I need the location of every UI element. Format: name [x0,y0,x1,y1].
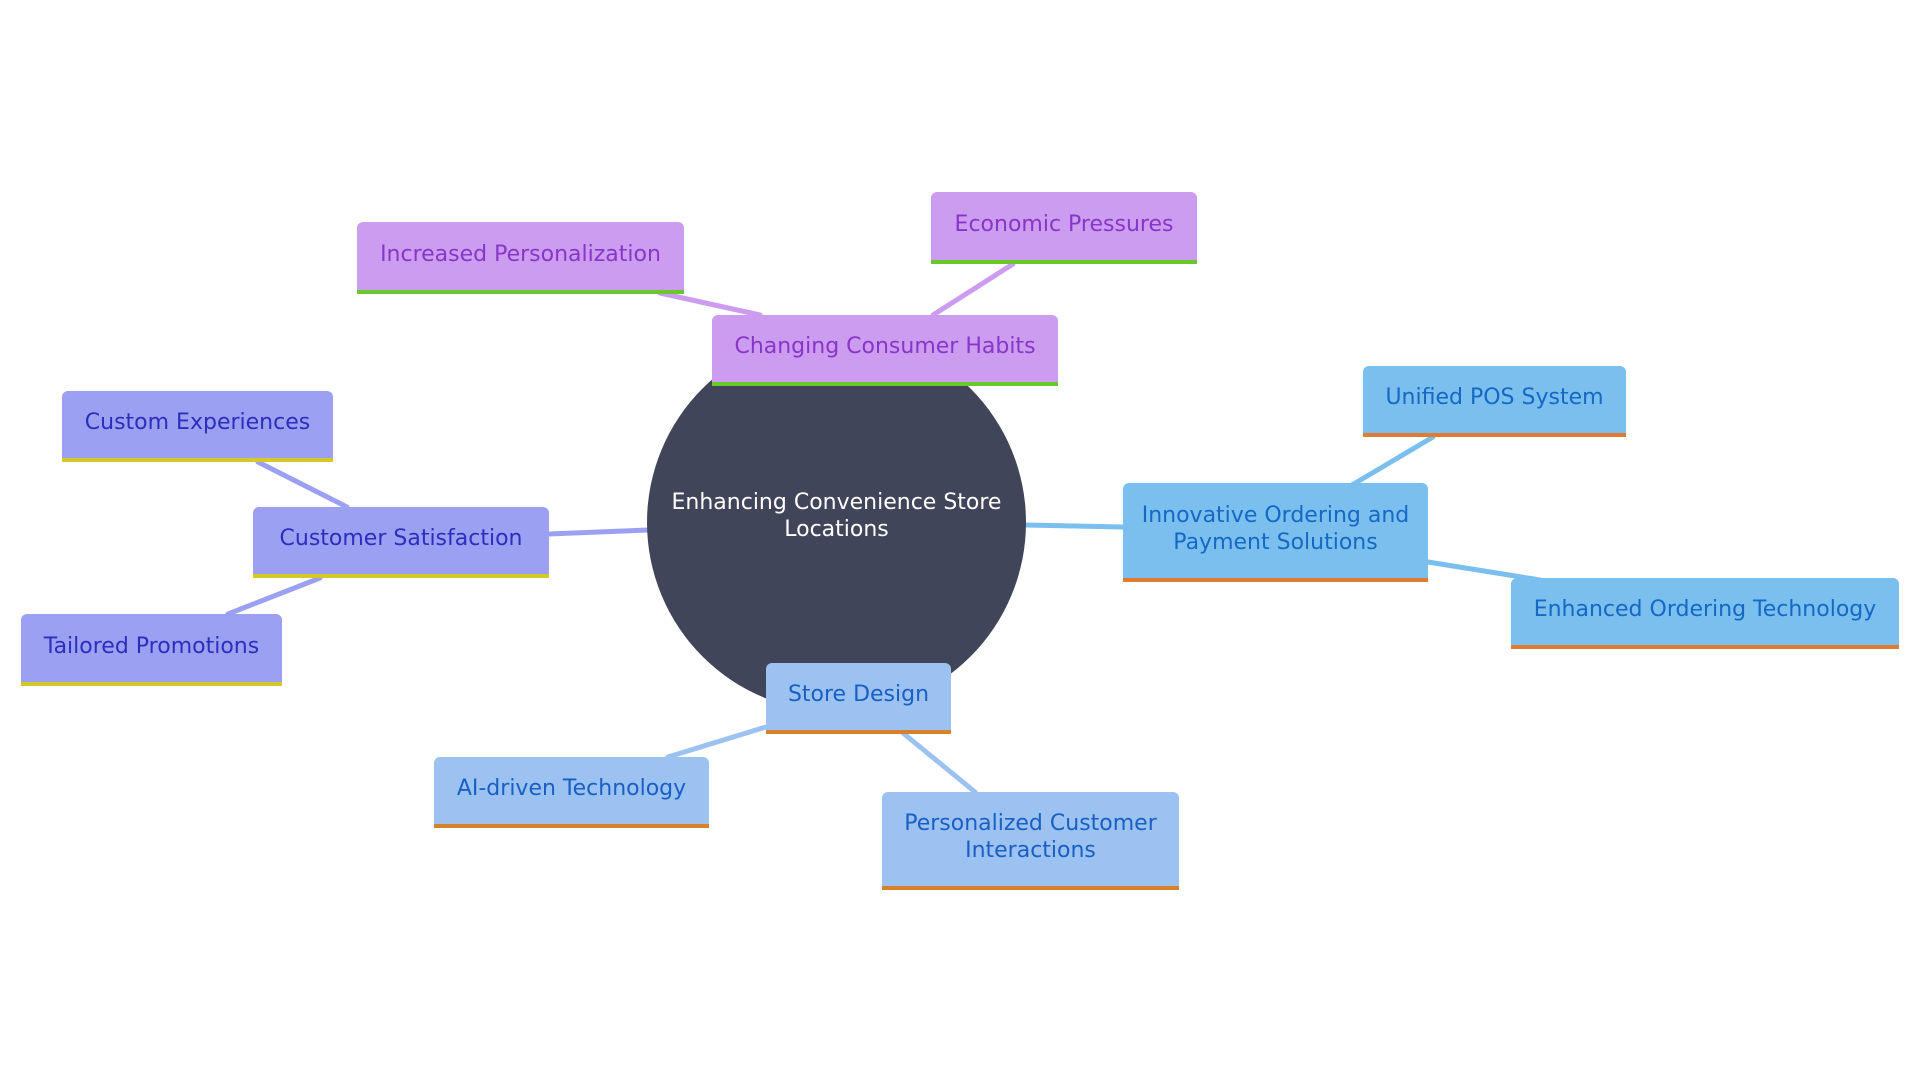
node-changing-consumer-habits[interactable]: Changing Consumer Habits [712,315,1058,386]
node-label: Customer Satisfaction [279,526,523,551]
node-label: Changing Consumer Habits [734,334,1036,359]
node-increased-personalization[interactable]: Increased Personalization [357,222,684,294]
edge-store-ai [665,724,769,760]
node-innovative-ordering-payment[interactable]: Innovative Ordering and Payment Solution… [1123,483,1428,582]
node-label: Unified POS System [1385,385,1604,410]
node-label: Increased Personalization [380,241,661,267]
node-label: Economic Pressures [954,211,1174,237]
root-node-label: Enhancing Convenience Store Locations [671,489,1002,542]
edge-changing-increased [657,290,763,318]
node-personalized-customer-interactions[interactable]: Personalized Customer Interactions [882,792,1179,890]
node-label: AI-driven Technology [456,776,687,801]
mind-map-diagram: Enhancing Convenience Store Locations Ch… [0,0,1920,1080]
edge-changing-economic [930,261,1016,318]
node-label: Custom Experiences [84,410,311,435]
node-enhanced-ordering-technology[interactable]: Enhanced Ordering Technology [1511,578,1899,649]
node-tailored-promotions[interactable]: Tailored Promotions [21,614,282,686]
node-store-design[interactable]: Store Design [766,663,951,734]
node-label: Enhanced Ordering Technology [1533,597,1877,622]
edge-innovative-unified [1349,434,1436,488]
edge-satisfaction-custom [255,459,350,510]
edge-root-innovative [1022,522,1126,530]
edge-satisfaction-tailored [225,575,323,617]
edge-root-satisfaction [546,527,651,537]
edge-store-personalized [900,730,978,795]
node-label: Innovative Ordering and Payment Solution… [1141,502,1410,555]
node-label: Personalized Customer Interactions [904,811,1157,863]
root-node[interactable]: Enhancing Convenience Store Locations [647,333,1026,712]
node-label: Tailored Promotions [43,633,260,659]
node-customer-satisfaction[interactable]: Customer Satisfaction [253,507,549,578]
node-custom-experiences[interactable]: Custom Experiences [62,391,333,462]
node-ai-driven-technology[interactable]: AI-driven Technology [434,757,709,828]
node-unified-pos-system[interactable]: Unified POS System [1363,366,1626,437]
node-economic-pressures[interactable]: Economic Pressures [931,192,1197,264]
node-label: Store Design [787,682,930,707]
